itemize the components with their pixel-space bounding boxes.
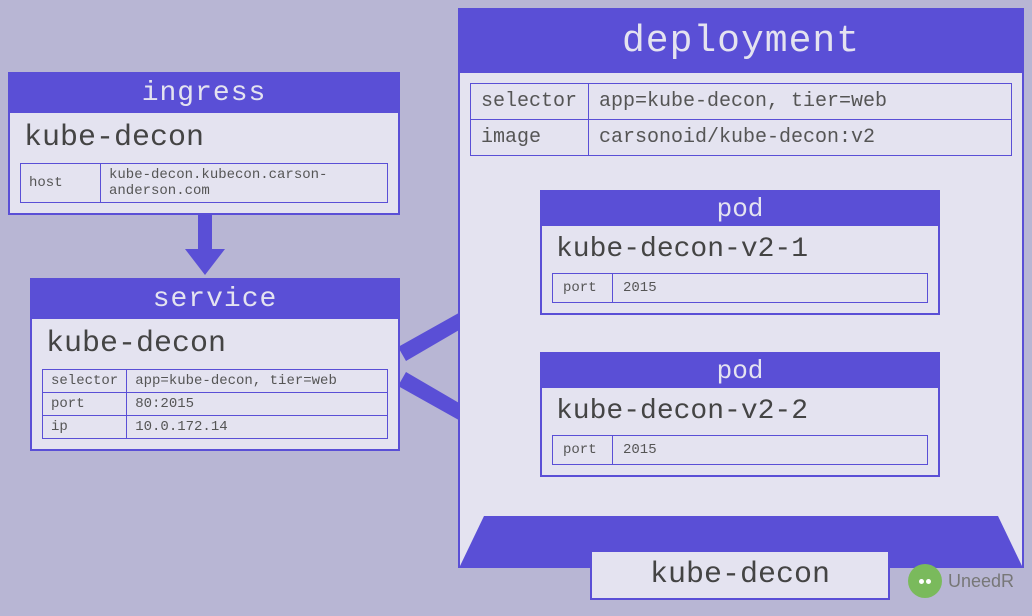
table-row: selector app=kube-decon, tier=web [471, 84, 1012, 120]
table-row: image carsonoid/kube-decon:v2 [471, 120, 1012, 156]
ingress-host-val: kube-decon.kubecon.carson-anderson.com [101, 164, 388, 203]
service-table: selector app=kube-decon, tier=web port 8… [42, 369, 388, 439]
service-box: service kube-decon selector app=kube-dec… [30, 278, 400, 451]
pod1-port-val: 2015 [613, 274, 928, 303]
deployment-image-val: carsonoid/kube-decon:v2 [589, 120, 1012, 156]
ingress-title: kube-decon [10, 113, 398, 163]
ingress-box: ingress kube-decon host kube-decon.kubec… [8, 72, 400, 215]
deployment-selector-val: app=kube-decon, tier=web [589, 84, 1012, 120]
ingress-host-key: host [21, 164, 101, 203]
table-row: host kube-decon.kubecon.carson-anderson.… [21, 164, 388, 203]
table-row: port 2015 [553, 436, 928, 465]
deployment-box: deployment selector app=kube-decon, tier… [458, 8, 1024, 568]
service-ip-key: ip [43, 416, 127, 439]
pod-title-1: kube-decon-v2-1 [542, 226, 938, 273]
wechat-icon [908, 564, 942, 598]
service-selector-val: app=kube-decon, tier=web [127, 370, 388, 393]
service-ip-val: 10.0.172.14 [127, 416, 388, 439]
pod-table-1: port 2015 [552, 273, 928, 303]
service-port-val: 80:2015 [127, 393, 388, 416]
ingress-header: ingress [10, 74, 398, 113]
pod-header-2: pod [542, 354, 938, 388]
pod-table-2: port 2015 [552, 435, 928, 465]
table-row: ip 10.0.172.14 [43, 416, 388, 439]
pod-title-2: kube-decon-v2-2 [542, 388, 938, 435]
deployment-footer-label: kube-decon [590, 550, 890, 600]
pod-header-1: pod [542, 192, 938, 226]
table-row: port 80:2015 [43, 393, 388, 416]
pod2-port-val: 2015 [613, 436, 928, 465]
deployment-header: deployment [460, 10, 1022, 73]
ingress-table: host kube-decon.kubecon.carson-anderson.… [20, 163, 388, 203]
watermark: UneedR [908, 564, 1014, 598]
watermark-text: UneedR [948, 571, 1014, 592]
deployment-table: selector app=kube-decon, tier=web image … [470, 83, 1012, 156]
arrow-ingress-to-service [185, 215, 225, 275]
pod-box-2: pod kube-decon-v2-2 port 2015 [540, 352, 940, 477]
pod-box-1: pod kube-decon-v2-1 port 2015 [540, 190, 940, 315]
table-row: selector app=kube-decon, tier=web [43, 370, 388, 393]
service-header: service [32, 280, 398, 319]
table-row: port 2015 [553, 274, 928, 303]
service-port-key: port [43, 393, 127, 416]
deployment-image-key: image [471, 120, 589, 156]
pod2-port-key: port [553, 436, 613, 465]
service-selector-key: selector [43, 370, 127, 393]
pod1-port-key: port [553, 274, 613, 303]
deployment-selector-key: selector [471, 84, 589, 120]
service-title: kube-decon [32, 319, 398, 369]
